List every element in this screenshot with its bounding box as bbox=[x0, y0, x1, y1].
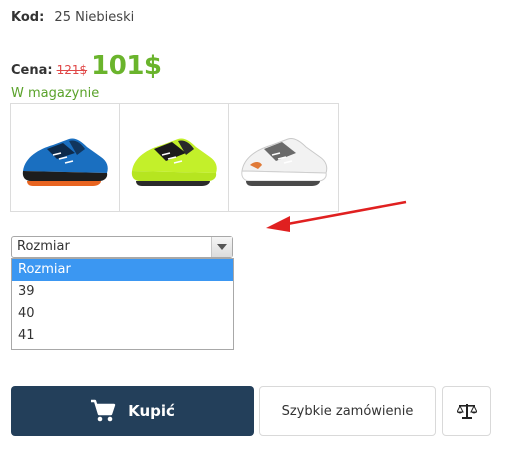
size-option-41[interactable]: 41 bbox=[12, 325, 233, 347]
size-option-40[interactable]: 40 bbox=[12, 303, 233, 325]
code-value: 25 Niebieski bbox=[54, 10, 135, 25]
size-select[interactable]: Rozmiar bbox=[11, 236, 233, 258]
thumbnail-blue-shoe[interactable] bbox=[11, 104, 120, 211]
cart-icon bbox=[90, 399, 116, 423]
current-price: 101$ bbox=[91, 51, 162, 81]
stock-status: W magazynie bbox=[11, 86, 100, 101]
buy-button[interactable]: Kupić bbox=[11, 386, 254, 436]
chevron-down-icon[interactable] bbox=[211, 237, 232, 257]
size-dropdown-list: Rozmiar 39 40 41 bbox=[11, 258, 234, 350]
code-label: Kod: bbox=[11, 10, 45, 25]
product-panel: Kod: 25 Niebieski Cena: 121$ 101$ W maga… bbox=[0, 0, 512, 469]
lime-running-shoe-image bbox=[131, 137, 217, 186]
compare-button[interactable] bbox=[442, 386, 491, 436]
scales-icon bbox=[456, 404, 477, 419]
price-row: Cena: 121$ 101$ bbox=[11, 51, 162, 85]
product-code: Kod: 25 Niebieski bbox=[11, 10, 134, 25]
annotation-arrow-icon bbox=[266, 200, 407, 232]
white-running-shoe-image bbox=[240, 137, 327, 186]
size-option-rozmiar[interactable]: Rozmiar bbox=[12, 259, 233, 281]
size-option-39[interactable]: 39 bbox=[12, 281, 233, 303]
buy-button-label: Kupić bbox=[128, 402, 175, 420]
old-price: 121$ bbox=[56, 63, 88, 77]
thumbnail-lime-shoe[interactable] bbox=[120, 104, 229, 211]
quick-order-button[interactable]: Szybkie zamówienie bbox=[259, 386, 436, 436]
blue-running-shoe-image bbox=[22, 137, 108, 186]
price-label: Cena: bbox=[11, 63, 53, 78]
size-select-value: Rozmiar bbox=[17, 239, 70, 254]
quick-order-label: Szybkie zamówienie bbox=[281, 403, 414, 419]
